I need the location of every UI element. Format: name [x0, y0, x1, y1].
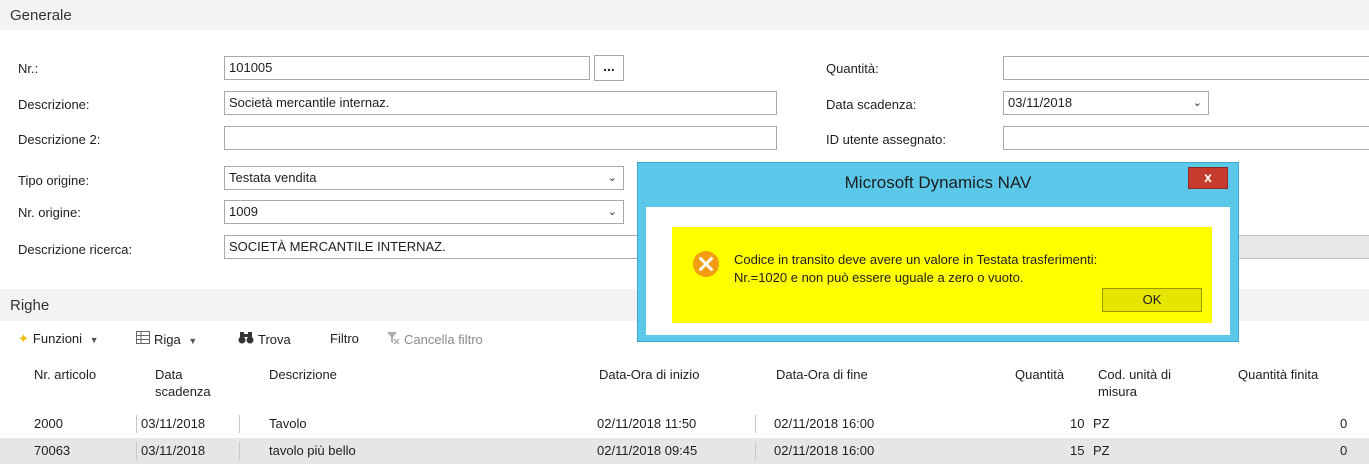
column-divider: [239, 415, 240, 433]
col-header-data-scadenza-line2: scadenza: [155, 384, 211, 399]
trova-button[interactable]: Trova: [238, 331, 291, 347]
filtro-button[interactable]: Filtro: [330, 331, 359, 346]
column-divider: [239, 442, 240, 460]
cell-quantita: 10: [1070, 416, 1085, 431]
cell-descrizione: Tavolo: [269, 416, 307, 431]
funzioni-label: Funzioni: [32, 331, 83, 346]
cell-quantita-finita: 0: [1340, 416, 1348, 431]
clear-filter-icon: [386, 331, 400, 347]
cell-data-inizio: 02/11/2018 11:50: [597, 416, 697, 431]
descrizione-field[interactable]: Società mercantile internaz.: [224, 91, 777, 115]
cell-data-inizio: 02/11/2018 09:45: [597, 443, 698, 458]
id-utente-field[interactable]: [1003, 126, 1369, 150]
data-scadenza-label: Data scadenza:: [826, 97, 917, 112]
tipo-origine-select[interactable]: Testata vendita ⌄: [224, 166, 624, 190]
error-dialog: Microsoft Dynamics NAV x Codice in trans…: [637, 162, 1239, 342]
binoculars-icon: [238, 331, 254, 347]
col-header-cod-unita[interactable]: Cod. unità di misura: [1098, 366, 1171, 400]
col-header-cod-unita-line2: misura: [1098, 384, 1138, 399]
cell-data-fine: 02/11/2018 16:00: [774, 443, 875, 458]
quantita-label: Quantità:: [826, 61, 879, 76]
chevron-down-icon: ⌄: [1192, 97, 1202, 109]
dialog-message-line2: Nr.=1020 e non può essere uguale a zero …: [734, 270, 1024, 285]
table-row[interactable]: 2000 03/11/2018 Tavolo 02/11/2018 11:50 …: [0, 411, 1369, 437]
cell-nr-articolo: 70063: [34, 443, 71, 458]
funzioni-button[interactable]: ✦ Funzioni ▼: [18, 331, 99, 347]
col-header-data-scadenza[interactable]: Data scadenza: [155, 366, 211, 400]
cell-unita: PZ: [1093, 416, 1110, 431]
quantita-field[interactable]: [1003, 56, 1369, 80]
nr-origine-select[interactable]: 1009 ⌄: [224, 200, 624, 224]
filtro-label: Filtro: [330, 331, 359, 346]
nr-origine-label: Nr. origine:: [18, 205, 81, 220]
general-section-title: Generale: [10, 7, 72, 24]
riga-label: Riga: [154, 332, 181, 347]
descrizione2-field[interactable]: [224, 126, 777, 150]
cell-data-scadenza: 03/11/2018: [141, 416, 206, 431]
cell-nr-articolo: 2000: [34, 416, 63, 431]
data-scadenza-value: 03/11/2018: [1008, 95, 1073, 110]
column-divider: [755, 415, 756, 433]
grid-icon: [136, 331, 150, 347]
cell-unita: PZ: [1093, 443, 1110, 458]
cell-quantita-finita: 0: [1340, 443, 1348, 458]
col-header-data-scadenza-line1: Data: [155, 367, 183, 382]
dialog-message-area: Codice in transito deve avere un valore …: [672, 227, 1212, 323]
general-section-header[interactable]: Generale: [0, 0, 1369, 30]
hidden-field-fragment: [1235, 235, 1369, 259]
descrizione-label: Descrizione:: [18, 97, 90, 112]
cell-quantita: 15: [1070, 443, 1085, 458]
dialog-close-button[interactable]: x: [1188, 167, 1228, 189]
dialog-title: Microsoft Dynamics NAV: [844, 173, 1032, 192]
col-header-data-inizio[interactable]: Data-Ora di inizio: [599, 366, 699, 383]
col-header-nr-articolo[interactable]: Nr. articolo: [34, 366, 96, 383]
chevron-down-icon: ⌄: [607, 172, 617, 184]
chevron-down-icon: ▼: [89, 335, 99, 345]
nr-field[interactable]: 101005: [224, 56, 590, 80]
dialog-message-line1: Codice in transito deve avere un valore …: [734, 252, 1098, 267]
column-divider: [136, 415, 137, 433]
col-header-quantita[interactable]: Quantità: [1015, 366, 1064, 383]
lightning-icon: ✦: [18, 331, 29, 346]
ok-button[interactable]: OK: [1102, 288, 1202, 312]
cell-descrizione: tavolo più bello: [269, 443, 356, 458]
descrizione-ricerca-field[interactable]: SOCIETÀ MERCANTILE INTERNAZ.: [224, 235, 644, 259]
dialog-body: Codice in transito deve avere un valore …: [646, 207, 1230, 335]
column-divider: [136, 442, 137, 460]
descrizione2-label: Descrizione 2:: [18, 132, 101, 147]
tipo-origine-label: Tipo origine:: [18, 173, 90, 188]
cancella-filtro-label: Cancella filtro: [404, 332, 483, 347]
col-header-descrizione[interactable]: Descrizione: [269, 366, 337, 383]
descrizione-ricerca-label: Descrizione ricerca:: [18, 242, 133, 257]
column-divider: [755, 442, 756, 460]
righe-section-title: Righe: [10, 297, 50, 314]
col-header-cod-unita-line1: Cod. unità di: [1098, 367, 1171, 382]
nr-assist-button[interactable]: ...: [594, 55, 624, 81]
trova-label: Trova: [258, 332, 291, 347]
tipo-origine-value: Testata vendita: [229, 170, 317, 185]
col-header-data-fine[interactable]: Data-Ora di fine: [776, 366, 868, 383]
chevron-down-icon: ▼: [188, 336, 198, 346]
cancella-filtro-button[interactable]: Cancella filtro: [386, 331, 483, 347]
cell-data-scadenza: 03/11/2018: [141, 443, 206, 458]
chevron-down-icon: ⌄: [607, 206, 617, 218]
col-header-quantita-finita[interactable]: Quantità finita: [1238, 366, 1318, 383]
riga-button[interactable]: Riga ▼: [136, 331, 197, 347]
nr-label: Nr.:: [18, 61, 39, 76]
error-icon: [693, 251, 719, 277]
nr-origine-value: 1009: [229, 204, 258, 219]
id-utente-label: ID utente assegnato:: [826, 132, 946, 147]
dialog-message: Codice in transito deve avere un valore …: [734, 251, 1097, 287]
table-row-selected[interactable]: 70063 03/11/2018 tavolo più bello 02/11/…: [0, 438, 1369, 464]
data-scadenza-select[interactable]: 03/11/2018 ⌄: [1003, 91, 1209, 115]
cell-data-fine: 02/11/2018 16:00: [774, 416, 875, 431]
